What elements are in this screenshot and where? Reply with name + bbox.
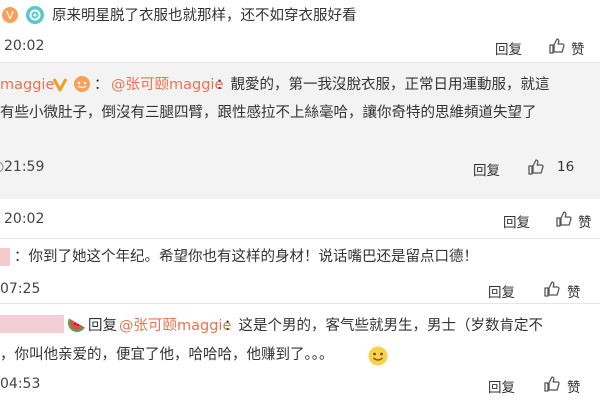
fan-badge-icon [72,75,92,93]
like-label: 赞 [578,215,592,231]
like-icon[interactable] [555,210,573,228]
comment-text-line2: 有些小微肚子，倒沒有三腿四臂，跟性感拉不上絲毫哈，讓你奇特的思維頻道失望了 [0,105,537,121]
clock-icon [0,161,4,173]
comment-time: 04:53 [0,376,41,392]
comment-3: 20:02 回复 赞 [0,200,600,238]
blurred-username [0,248,10,266]
verified-icon [52,76,68,92]
like-label: 赞 [567,285,581,301]
comment-1: V 原来明星脱了衣服也就那样，还不如穿衣服好看 20:02 回复 赞 [0,0,600,62]
watermelon-icon [68,315,86,333]
svg-text:V: V [6,9,14,22]
reply-button[interactable]: 回复 [488,376,515,396]
like-count: 16 [557,159,575,175]
like-icon[interactable] [543,375,561,393]
comment-text-line2: ，你叫他亲爱的，便宜了他，哈哈哈，他赚到了。。。 [0,347,334,363]
like-label: 赞 [567,380,581,396]
comment-text-line1: ：靚愛的，第一我沒脫衣服，正常日用運動服，就這 [216,77,550,93]
reply-button[interactable]: 回复 [488,281,515,301]
reply-button[interactable]: 回复 [503,211,530,231]
like-icon[interactable] [543,280,561,298]
username[interactable]: maggie [0,75,54,95]
emoji-icon [367,345,389,367]
blurred-username [0,315,64,333]
comment-text: 原来明星脱了衣服也就那样，还不如穿衣服好看 [52,8,357,24]
badge-icon: V [0,5,20,25]
comment-text: ：你到了她这个年纪。希望你也有这样的身材！说话嘴巴还是留点口德！ [14,249,478,265]
comment-time: 20:02 [4,211,45,227]
like-icon[interactable] [527,158,545,176]
reply-button[interactable]: 回复 [473,159,500,179]
comment-time: 07:25 [0,281,41,297]
reply-button[interactable]: 回复 [495,38,522,58]
like-icon[interactable] [548,37,566,55]
comment-time: 21:59 [4,159,45,175]
reply-prefix: 回复 [88,318,117,334]
like-label: 赞 [571,42,585,58]
comment-2: maggie ： @张可颐maggie ：靚愛的，第一我沒脫衣服，正常日用運動服… [0,63,600,199]
mention-link[interactable]: @张可颐maggie [119,316,231,336]
comment-time: 20:02 [4,38,45,54]
member-icon [23,4,47,26]
comment-text-line1: ：这是个男的，客气些就男生，男士（岁数肯定不 [224,318,543,334]
mention-link[interactable]: @张可颐maggie [111,75,223,95]
comment-5: 回复 @张可颐maggie ：这是个男的，客气些就男生，男士（岁数肯定不 ，你叫… [0,304,600,400]
reply-prefix: ： [94,77,109,93]
comment-4: ：你到了她这个年纪。希望你也有这样的身材！说话嘴巴还是留点口德！ 07:25 回… [0,239,600,303]
